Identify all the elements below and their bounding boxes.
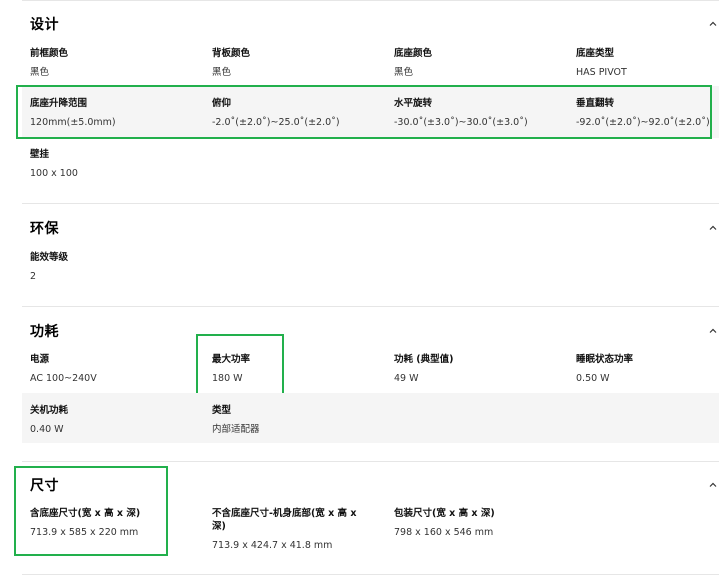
section-title-design[interactable]: 设计 (30, 14, 59, 34)
chevron-up-icon[interactable] (709, 20, 717, 28)
spec-value: 黑色 (212, 67, 232, 78)
spec-label: 前框颜色 (30, 48, 69, 59)
section-divider (22, 306, 719, 307)
spec-value: 黑色 (30, 67, 50, 78)
chevron-up-icon[interactable] (709, 481, 717, 489)
highlight-box (16, 85, 712, 139)
section-divider (22, 203, 719, 204)
spec-label: 功耗 (典型值) (394, 354, 454, 365)
spec-label: 背板颜色 (212, 48, 251, 59)
spec-label: 类型 (212, 405, 232, 416)
spec-label: 包装尺寸(宽 x 高 x 深) (394, 508, 495, 519)
spec-label: 能效等级 (30, 252, 69, 263)
spec-label: 底座类型 (576, 48, 615, 59)
spec-value: 49 W (394, 373, 419, 384)
spec-value: 100 x 100 (30, 168, 78, 179)
spec-label: 壁挂 (30, 149, 50, 160)
spec-value: 2 (30, 271, 37, 282)
spec-item-back-color: 背板颜色 黑色 (212, 47, 382, 79)
spec-page: 设计 前框颜色 黑色 背板颜色 黑色 底座颜色 黑色 底座类型 HAS PIVO… (0, 0, 719, 576)
spec-item-size-without-stand: 不含底座尺寸-机身底部(宽 x 高 x 深) 713.9 x 424.7 x 4… (212, 507, 372, 552)
spec-item-sleep-power: 睡眠状态功率 0.50 W (576, 353, 719, 385)
section-divider (22, 0, 719, 1)
spec-value: 0.50 W (576, 373, 610, 384)
chevron-up-icon[interactable] (709, 327, 717, 335)
spec-label: 电源 (30, 354, 50, 365)
spec-label: 不含底座尺寸-机身底部(宽 x 高 x 深) (212, 508, 357, 532)
spec-value: 713.9 x 424.7 x 41.8 mm (212, 540, 333, 551)
highlight-box (14, 466, 168, 556)
spec-item-typical-power: 功耗 (典型值) 49 W (394, 353, 564, 385)
spec-item-power-supply: 电源 AC 100~240V (30, 353, 200, 385)
section-title-power[interactable]: 功耗 (30, 321, 59, 341)
spec-value: HAS PIVOT (576, 67, 627, 78)
spec-label: 底座颜色 (394, 48, 433, 59)
section-divider (22, 574, 719, 575)
spec-value: AC 100~240V (30, 373, 97, 384)
spec-item-front-frame-color: 前框颜色 黑色 (30, 47, 200, 79)
spec-label: 关机功耗 (30, 405, 69, 416)
spec-value: 内部适配器 (212, 424, 260, 435)
spec-value: 黑色 (394, 67, 414, 78)
spec-item-stand-color: 底座颜色 黑色 (394, 47, 564, 79)
spec-item-package-size: 包装尺寸(宽 x 高 x 深) 798 x 160 x 546 mm (394, 507, 564, 539)
spec-item-wall-mount: 壁挂 100 x 100 (30, 148, 200, 180)
highlight-box (196, 334, 284, 396)
chevron-up-icon[interactable] (709, 224, 717, 232)
spec-value: 0.40 W (30, 424, 64, 435)
spec-item-energy-class: 能效等级 2 (30, 251, 200, 283)
spec-item-stand-type: 底座类型 HAS PIVOT (576, 47, 719, 79)
section-title-eco[interactable]: 环保 (30, 218, 59, 238)
section-divider (22, 461, 719, 462)
spec-item-off-power: 关机功耗 0.40 W (30, 404, 200, 436)
spec-label: 睡眠状态功率 (576, 354, 634, 365)
spec-value: 798 x 160 x 546 mm (394, 527, 494, 538)
spec-item-adapter-type: 类型 内部适配器 (212, 404, 382, 436)
